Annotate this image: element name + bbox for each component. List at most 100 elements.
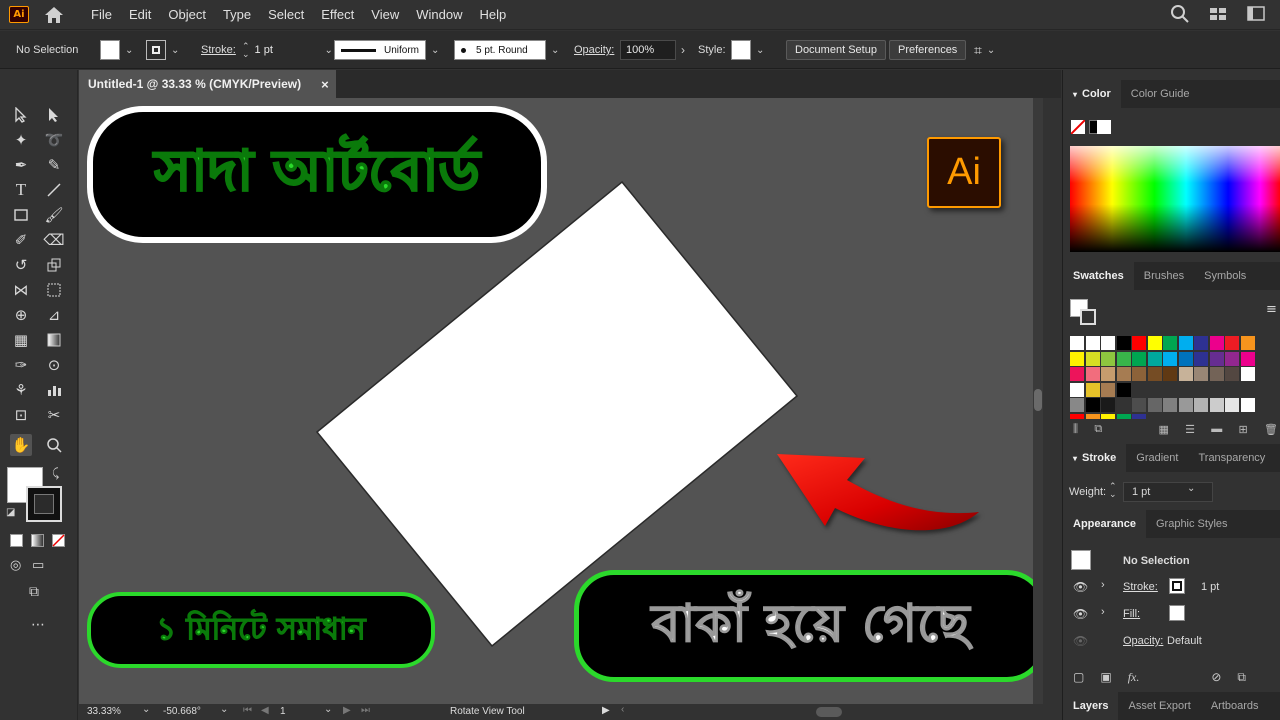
direct-selection-tool-icon[interactable] [43,104,65,126]
swatch-cell[interactable] [1085,367,1100,381]
screen-mode-icon[interactable]: ⧉ [29,584,39,600]
swatch-cell[interactable] [1147,351,1162,366]
swatch-cell[interactable] [1163,367,1177,381]
swatch-cell[interactable] [1085,351,1100,366]
tab-transparency[interactable]: Transparency [1188,444,1275,472]
swatch-cell[interactable] [1085,413,1100,419]
swatch-cell[interactable] [1147,398,1162,412]
swatch-cell[interactable] [1101,367,1115,381]
menu-edit[interactable]: Edit [129,7,151,22]
symbol-sprayer-icon[interactable]: ⚘ [10,379,32,401]
swatch-cell[interactable] [1070,382,1084,397]
tab-layers[interactable]: Layers [1063,692,1119,720]
swatch-cell[interactable] [1116,413,1131,419]
swatch-cell[interactable] [1194,367,1208,381]
window-layout-icon[interactable] [1246,4,1266,24]
clear-appearance-icon[interactable]: ⊘ [1211,670,1221,685]
swatch-cell[interactable] [1116,351,1131,366]
selection-tool-icon[interactable] [10,104,32,126]
visibility-eye-icon[interactable]: 👁 [1073,580,1088,594]
swatch-stroke-indicator[interactable] [1080,309,1096,325]
tab-color-guide[interactable]: Color Guide [1121,80,1200,108]
chevron-down-icon[interactable]: ⌄ [125,45,133,56]
swatch-cell[interactable] [1240,398,1255,412]
type-tool-icon[interactable]: T [10,179,32,201]
swatch-cell[interactable] [1178,382,1193,397]
opacity-label[interactable]: Opacity: [574,40,614,60]
swatch-cell[interactable] [1194,398,1208,412]
tab-stroke[interactable]: ▾ Stroke [1063,444,1127,472]
swatch-libraries-icon[interactable]: ⫼ [1073,423,1078,436]
swatch-cell[interactable] [1178,336,1193,350]
gradient-tool-icon[interactable] [43,329,65,351]
swatch-cell[interactable] [1209,336,1224,350]
variable-width-profile[interactable]: Uniform ⌄ [334,40,444,60]
magic-wand-icon[interactable]: ✦ [10,129,32,151]
swatch-cell[interactable] [1132,336,1146,350]
draw-mode-icon[interactable]: ◎ [10,558,21,573]
chevron-down-icon[interactable]: ⌄ [220,704,228,715]
swatch-cell[interactable] [1163,413,1177,419]
gradient-mode-icon[interactable] [31,534,44,547]
canvas-area[interactable]: Ai সাদা আর্টবোর্ড ১ মিনিটে সমাধান বাকাঁ … [79,98,1043,704]
color-group-icon[interactable]: ▦ [1158,423,1168,436]
swatch-cell[interactable] [1225,367,1239,381]
arrange-documents-control[interactable]: ⌗ ⌄ [974,40,1000,60]
color-spectrum[interactable] [1070,146,1280,252]
white-color-swatch[interactable] [1097,120,1111,134]
swatch-cell[interactable] [1225,382,1239,397]
menu-object[interactable]: Object [168,7,206,22]
swatch-cell[interactable] [1101,398,1115,412]
swatch-grid[interactable] [1070,336,1280,419]
expand-fill-icon[interactable]: › [1101,606,1105,618]
tab-swatches[interactable]: Swatches [1063,262,1134,290]
scale-tool-icon[interactable] [43,254,65,276]
menu-file[interactable]: File [91,7,112,22]
close-tab-icon[interactable]: × [321,77,329,92]
menu-help[interactable]: Help [479,7,506,22]
swatch-cell[interactable] [1101,336,1115,350]
chevron-down-icon[interactable]: ⌄ [325,45,333,56]
vertical-scrollbar[interactable] [1033,98,1043,704]
search-icon[interactable] [1170,4,1190,24]
swatch-cell[interactable] [1085,398,1100,412]
add-effect-icon[interactable]: fx. [1128,670,1140,685]
chevron-down-icon[interactable]: ⌄ [431,45,439,56]
arrange-icon[interactable]: ⌗ [974,42,982,59]
swatch-cell[interactable] [1085,382,1100,397]
visibility-eye-icon[interactable]: 👁 [1073,634,1088,648]
swatch-cell[interactable] [1225,413,1239,419]
swatch-cell[interactable] [1116,367,1131,381]
menu-view[interactable]: View [371,7,399,22]
eyedropper-icon[interactable]: ✑ [10,354,32,376]
color-mode-icon[interactable] [10,534,23,547]
shape-builder-icon[interactable]: ⊕ [10,304,32,326]
scroll-left-icon[interactable]: ‹ [621,704,624,715]
status-menu-icon[interactable]: ▶ [602,705,610,716]
fill-control[interactable]: ⌄ [100,40,138,60]
swatch-cell[interactable] [1225,351,1239,366]
swatch-cell[interactable] [1132,382,1146,397]
tab-asset-export[interactable]: Asset Export [1118,692,1200,720]
swatch-cell[interactable] [1132,367,1146,381]
chevron-down-icon[interactable]: ⌄ [756,45,764,56]
swatch-cell[interactable] [1163,351,1177,366]
expand-stroke-icon[interactable]: › [1101,579,1105,591]
next-artboard-icon[interactable]: ▶ [343,705,351,716]
vertical-scroll-thumb[interactable] [1034,389,1042,411]
tab-symbols[interactable]: Symbols [1194,262,1256,290]
visibility-eye-icon[interactable]: 👁 [1073,607,1088,621]
swatch-cell[interactable] [1209,351,1224,366]
new-group-icon[interactable]: ▬ [1211,423,1222,436]
swatch-cell[interactable] [1147,367,1162,381]
horizontal-scroll-thumb[interactable] [816,707,842,717]
swatch-cell[interactable] [1240,351,1255,366]
menu-window[interactable]: Window [416,7,462,22]
swatch-cell[interactable] [1194,351,1208,366]
chevron-down-icon[interactable]: ⌄ [551,45,559,56]
panel-menu-icon[interactable]: ≡ [1266,302,1277,317]
style-swatch[interactable] [731,40,751,60]
line-tool-icon[interactable] [43,179,65,201]
lasso-icon[interactable]: ➰ [43,129,65,151]
tab-brushes[interactable]: Brushes [1134,262,1194,290]
